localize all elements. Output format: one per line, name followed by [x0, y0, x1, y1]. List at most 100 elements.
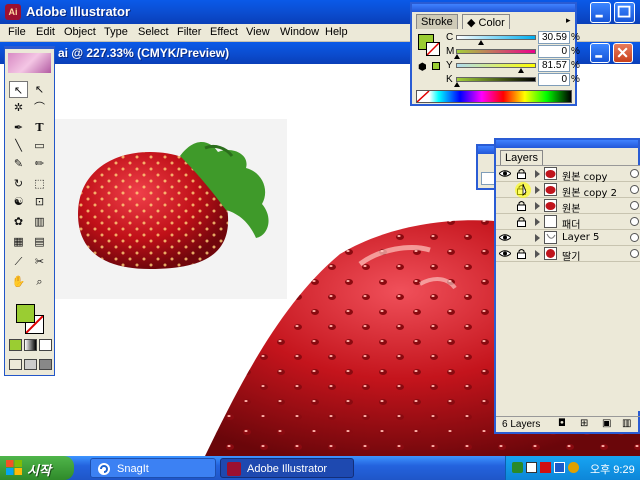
- taskbar-snagit[interactable]: SnagIt: [90, 458, 216, 478]
- tray-ime-icon[interactable]: [526, 462, 537, 473]
- tab-layers[interactable]: Layers: [500, 150, 544, 165]
- in-gamut-swatch[interactable]: [432, 62, 440, 70]
- eyedropper-tool-icon[interactable]: ⟋: [9, 253, 28, 270]
- symbol-sprayer-tool-icon[interactable]: ✿: [9, 213, 28, 230]
- magic-wand-tool-icon[interactable]: ✲: [9, 99, 28, 116]
- gradient-mode-button[interactable]: [24, 339, 37, 351]
- tray-volume-icon[interactable]: [568, 462, 579, 473]
- color-panel-drag-bar[interactable]: [412, 4, 575, 12]
- eye-icon[interactable]: [499, 233, 511, 242]
- taskbar-illustrator[interactable]: Adobe Illustrator: [220, 458, 354, 478]
- layers-panel-drag-bar[interactable]: [496, 140, 638, 148]
- color-stroke-preview[interactable]: [426, 42, 440, 56]
- tray-media-icon[interactable]: [540, 462, 551, 473]
- tab-stroke[interactable]: Stroke: [416, 14, 458, 29]
- expand-triangle-icon[interactable]: [535, 234, 540, 242]
- rotate-tool-icon[interactable]: ↻: [9, 175, 28, 192]
- expand-triangle-icon[interactable]: [535, 202, 540, 210]
- menu-window[interactable]: Window: [280, 26, 319, 38]
- pen-tool-icon[interactable]: ✒: [9, 119, 28, 136]
- hand-tool-icon[interactable]: ✋: [9, 273, 28, 290]
- menu-help[interactable]: Help: [325, 26, 348, 38]
- channel-c-slider-thumb[interactable]: [478, 40, 485, 45]
- layer-row-5[interactable]: 딸기: [496, 246, 640, 263]
- tray-app-icon[interactable]: [554, 462, 565, 473]
- menu-effect[interactable]: Effect: [210, 26, 238, 38]
- line-tool-icon[interactable]: ╲: [9, 137, 28, 154]
- scale-tool-icon[interactable]: ⬚: [30, 175, 49, 192]
- rectangle-tool-icon[interactable]: ▭: [30, 137, 49, 154]
- fill-color-swatch[interactable]: [16, 304, 35, 323]
- target-icon[interactable]: [630, 249, 639, 258]
- doc-close-button[interactable]: [613, 43, 633, 63]
- selection-tool-icon[interactable]: ↖: [9, 81, 28, 98]
- minimize-button[interactable]: [590, 2, 611, 23]
- channel-k-slider-thumb[interactable]: [454, 82, 460, 87]
- full-screen-menu-mode-button[interactable]: [24, 359, 37, 370]
- menu-view[interactable]: View: [246, 26, 270, 38]
- lock-icon[interactable]: [516, 216, 527, 227]
- new-sublayer-icon[interactable]: ⊞: [580, 418, 588, 429]
- channel-k-value[interactable]: 0: [538, 73, 570, 86]
- menu-select[interactable]: Select: [138, 26, 169, 38]
- color-spectrum-bar[interactable]: [416, 90, 572, 103]
- lock-icon[interactable]: [516, 200, 527, 211]
- expand-triangle-icon[interactable]: [535, 218, 540, 226]
- tab-color[interactable]: ◆ Color: [462, 14, 510, 29]
- layer-row-3[interactable]: 패더: [496, 214, 640, 231]
- layer-row-4[interactable]: Layer 5: [496, 230, 640, 246]
- lock-icon[interactable]: [516, 168, 527, 179]
- menu-edit[interactable]: Edit: [36, 26, 55, 38]
- lock-icon[interactable]: [516, 248, 527, 259]
- tray-network-icon[interactable]: [512, 462, 523, 473]
- scissors-tool-icon[interactable]: ✂: [30, 253, 49, 270]
- zoom-tool-icon[interactable]: ⌕: [30, 273, 49, 290]
- channel-m-slider-thumb[interactable]: [454, 54, 460, 59]
- out-of-gamut-icon[interactable]: ⬢: [418, 62, 427, 73]
- menu-file[interactable]: File: [8, 26, 26, 38]
- eye-icon[interactable]: [499, 169, 511, 178]
- channel-c-slider[interactable]: [456, 35, 536, 45]
- new-layer-icon[interactable]: ▣: [602, 418, 611, 429]
- mesh-tool-icon[interactable]: ▦: [9, 233, 28, 250]
- free-transform-tool-icon[interactable]: ⊡: [30, 193, 49, 210]
- target-icon[interactable]: [630, 169, 639, 178]
- make-clipping-mask-icon[interactable]: ◘: [558, 418, 566, 429]
- target-icon[interactable]: [630, 217, 639, 226]
- start-button[interactable]: 시작: [0, 456, 74, 480]
- channel-m-value[interactable]: 0: [538, 45, 570, 58]
- menu-filter[interactable]: Filter: [177, 26, 201, 38]
- standard-screen-mode-button[interactable]: [9, 359, 22, 370]
- expand-triangle-icon[interactable]: [535, 170, 540, 178]
- lasso-tool-icon[interactable]: ⌒: [30, 99, 49, 116]
- target-icon[interactable]: [630, 233, 639, 242]
- illustrator-app-icon[interactable]: Ai: [5, 4, 21, 20]
- channel-y-slider[interactable]: [456, 63, 536, 73]
- target-icon[interactable]: [630, 185, 639, 194]
- expand-triangle-icon[interactable]: [535, 250, 540, 258]
- channel-y-value[interactable]: 81.57: [538, 59, 570, 72]
- layer-row-1[interactable]: 원본 copy 2: [496, 182, 640, 199]
- menu-object[interactable]: Object: [64, 26, 96, 38]
- target-icon[interactable]: [630, 201, 639, 210]
- channel-c-value[interactable]: 30.59: [538, 31, 570, 44]
- graph-tool-icon[interactable]: ▥: [30, 213, 49, 230]
- layer-row-2[interactable]: 원본: [496, 198, 640, 215]
- channel-k-slider[interactable]: [454, 77, 536, 87]
- warp-tool-icon[interactable]: ☯: [9, 193, 28, 210]
- delete-layer-icon[interactable]: ▥: [622, 418, 631, 429]
- menu-type[interactable]: Type: [104, 26, 128, 38]
- doc-minimize-button[interactable]: [590, 43, 610, 63]
- type-tool-icon[interactable]: T: [30, 119, 49, 136]
- gradient-tool-icon[interactable]: ▤: [30, 233, 49, 250]
- channel-y-slider-thumb[interactable]: [517, 68, 524, 73]
- eye-icon[interactable]: [499, 249, 511, 258]
- none-mode-button[interactable]: [39, 339, 52, 351]
- pencil-tool-icon[interactable]: ✏: [30, 155, 49, 172]
- channel-m-slider[interactable]: [454, 49, 536, 59]
- direct-selection-tool-icon[interactable]: ↖: [30, 81, 49, 98]
- paintbrush-tool-icon[interactable]: ✎: [9, 155, 28, 172]
- color-mode-button[interactable]: [9, 339, 22, 351]
- expand-triangle-icon[interactable]: [535, 186, 540, 194]
- panel-menu-arrow-icon[interactable]: ▸: [566, 16, 571, 26]
